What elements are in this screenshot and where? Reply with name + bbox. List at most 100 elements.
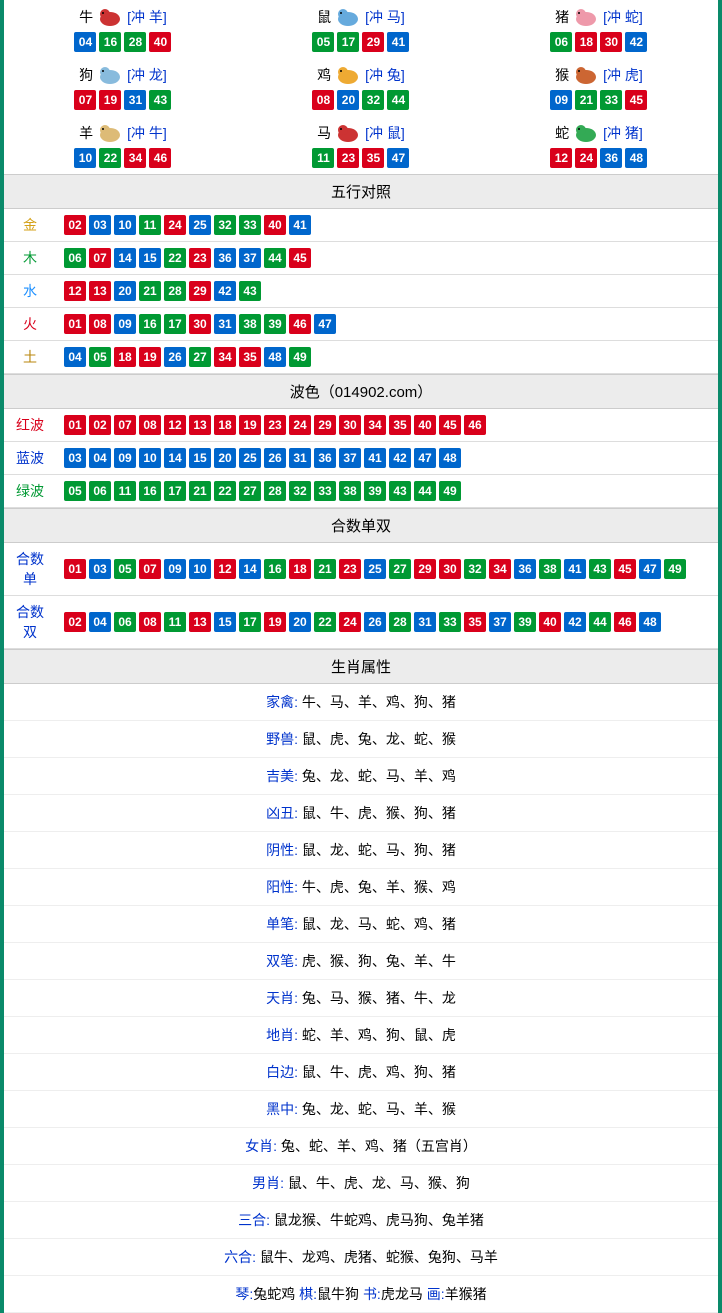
number-ball: 27 <box>189 347 211 367</box>
number-ball: 08 <box>89 314 111 334</box>
number-ball: 01 <box>64 559 86 579</box>
number-ball: 33 <box>314 481 336 501</box>
number-ball: 49 <box>439 481 461 501</box>
number-ball: 35 <box>389 415 411 435</box>
number-ball: 15 <box>189 448 211 468</box>
number-ball: 09 <box>550 90 572 110</box>
number-ball: 10 <box>189 559 211 579</box>
attr-row: 黑中: 兔、龙、蛇、马、羊、猴 <box>4 1091 718 1128</box>
zodiac-cell: 猴[冲 虎]09213345 <box>480 58 718 116</box>
zodiac-chong: [冲 蛇] <box>603 7 643 27</box>
number-ball: 06 <box>114 612 136 632</box>
number-ball: 27 <box>239 481 261 501</box>
attr-label: 凶丑: <box>266 805 298 821</box>
number-ball: 25 <box>364 559 386 579</box>
attr-row: 单笔: 鼠、龙、马、蛇、鸡、猪 <box>4 906 718 943</box>
number-ball: 20 <box>337 90 359 110</box>
number-ball: 32 <box>214 215 236 235</box>
number-ball: 07 <box>89 248 111 268</box>
number-ball: 20 <box>289 612 311 632</box>
number-ball: 41 <box>564 559 586 579</box>
attr-label: 书: <box>363 1286 381 1302</box>
zodiac-name: 鸡 <box>317 65 331 85</box>
attr-value: 兔、龙、蛇、马、羊、鸡 <box>298 768 456 784</box>
number-ball: 42 <box>625 32 647 52</box>
number-ball: 33 <box>439 612 461 632</box>
number-ball: 35 <box>464 612 486 632</box>
attr-row: 吉美: 兔、龙、蛇、马、羊、鸡 <box>4 758 718 795</box>
attr-lastline: 琴:兔蛇鸡 棋:鼠牛狗 书:虎龙马 画:羊猴猪 <box>4 1276 718 1313</box>
number-ball: 04 <box>64 347 86 367</box>
number-ball: 46 <box>149 148 171 168</box>
number-ball: 14 <box>164 448 186 468</box>
number-ball: 18 <box>214 415 236 435</box>
number-ball: 03 <box>89 559 111 579</box>
number-ball: 39 <box>364 481 386 501</box>
number-ball: 19 <box>139 347 161 367</box>
zodiac-grid: 牛[冲 羊]04162840鼠[冲 马]05172941猪[冲 蛇]061830… <box>4 0 718 174</box>
number-ball: 36 <box>214 248 236 268</box>
number-ball: 22 <box>314 612 336 632</box>
attr-label: 三合: <box>238 1212 270 1228</box>
attr-value: 鼠龙猴、牛蛇鸡、虎马狗、兔羊猪 <box>270 1212 484 1228</box>
rat-icon <box>333 6 363 28</box>
number-ball: 35 <box>239 347 261 367</box>
number-ball: 30 <box>600 32 622 52</box>
monkey-icon <box>571 64 601 86</box>
attr-value: 鼠、虎、兔、龙、蛇、猴 <box>298 731 456 747</box>
wuxing-table: 金02031011242532334041木060714152223363744… <box>4 209 718 374</box>
number-ball: 18 <box>289 559 311 579</box>
number-ball: 37 <box>239 248 261 268</box>
number-ball: 16 <box>99 32 121 52</box>
attr-label: 单笔: <box>266 916 298 932</box>
attr-label: 地肖: <box>266 1027 298 1043</box>
number-ball: 33 <box>239 215 261 235</box>
number-ball: 19 <box>99 90 121 110</box>
attr-value: 牛、马、羊、鸡、狗、猪 <box>298 694 456 710</box>
zodiac-cell: 蛇[冲 猪]12243648 <box>480 116 718 174</box>
number-ball: 17 <box>164 314 186 334</box>
number-ball: 35 <box>362 148 384 168</box>
table-row: 合数单0103050709101214161821232527293032343… <box>4 543 718 596</box>
table-row: 火0108091617303138394647 <box>4 308 718 341</box>
number-ball: 49 <box>664 559 686 579</box>
zodiac-chong: [冲 猪] <box>603 123 643 143</box>
number-ball: 34 <box>124 148 146 168</box>
number-ball: 23 <box>339 559 361 579</box>
number-ball: 34 <box>489 559 511 579</box>
number-ball: 25 <box>189 215 211 235</box>
number-ball: 30 <box>439 559 461 579</box>
number-ball: 38 <box>239 314 261 334</box>
number-ball: 10 <box>74 148 96 168</box>
attr-list: 家禽: 牛、马、羊、鸡、狗、猪野兽: 鼠、虎、兔、龙、蛇、猴吉美: 兔、龙、蛇、… <box>4 684 718 1276</box>
number-ball: 12 <box>550 148 572 168</box>
number-ball: 23 <box>264 415 286 435</box>
attr-value: 蛇、羊、鸡、狗、鼠、虎 <box>298 1027 456 1043</box>
number-ball: 03 <box>64 448 86 468</box>
number-ball: 05 <box>64 481 86 501</box>
attr-row: 野兽: 鼠、虎、兔、龙、蛇、猴 <box>4 721 718 758</box>
number-ball: 42 <box>389 448 411 468</box>
number-ball: 07 <box>114 415 136 435</box>
zodiac-cell: 狗[冲 龙]07193143 <box>4 58 242 116</box>
number-ball: 32 <box>362 90 384 110</box>
zodiac-cell: 鼠[冲 马]05172941 <box>242 0 480 58</box>
number-ball: 05 <box>312 32 334 52</box>
number-ball: 23 <box>189 248 211 268</box>
attr-value: 牛、虎、兔、羊、猴、鸡 <box>298 879 456 895</box>
zodiac-chong: [冲 羊] <box>127 7 167 27</box>
row-label: 红波 <box>4 409 56 442</box>
number-ball: 26 <box>264 448 286 468</box>
section-bose: 波色（014902.com） <box>4 374 718 409</box>
number-ball: 40 <box>414 415 436 435</box>
number-ball: 29 <box>189 281 211 301</box>
number-ball: 24 <box>339 612 361 632</box>
attr-label: 女肖: <box>245 1138 277 1154</box>
dog-icon <box>95 64 125 86</box>
number-ball: 39 <box>514 612 536 632</box>
attr-value: 鼠、龙、马、蛇、鸡、猪 <box>298 916 456 932</box>
attr-row: 天肖: 兔、马、猴、猪、牛、龙 <box>4 980 718 1017</box>
number-ball: 04 <box>89 612 111 632</box>
row-label: 木 <box>4 242 56 275</box>
number-ball: 29 <box>362 32 384 52</box>
